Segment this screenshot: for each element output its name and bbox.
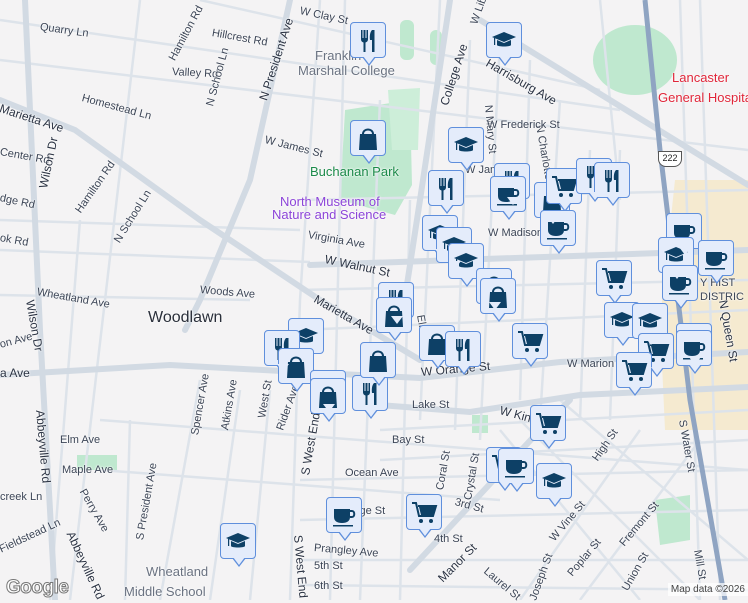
grocery-icon bbox=[536, 413, 562, 434]
street-label: a Ave bbox=[0, 366, 30, 380]
shopping-icon bbox=[385, 305, 403, 327]
street-label: Bay St bbox=[392, 434, 425, 446]
grocery-icon bbox=[602, 268, 628, 289]
education-icon bbox=[226, 533, 250, 548]
grocery-pin[interactable] bbox=[512, 323, 548, 367]
education-icon bbox=[542, 473, 566, 488]
cafe-icon bbox=[505, 460, 528, 478]
education-icon bbox=[454, 137, 478, 152]
street-label: Lake St bbox=[412, 399, 450, 411]
grocery-pin[interactable] bbox=[530, 405, 566, 449]
poi-label[interactable]: Nature and Science bbox=[272, 208, 386, 221]
shopping-pin[interactable] bbox=[360, 342, 396, 386]
map-attribution[interactable]: Map data ©2026 bbox=[667, 583, 748, 596]
poi-label[interactable]: Buchanan Park bbox=[310, 165, 399, 178]
restaurant-pin[interactable] bbox=[428, 170, 464, 214]
google-logo: Google bbox=[5, 577, 69, 599]
poi-label[interactable]: Lancaster bbox=[672, 71, 729, 84]
cafe-icon bbox=[705, 252, 728, 270]
cafe-pin[interactable] bbox=[498, 448, 534, 492]
street-label: Elm Ave bbox=[60, 434, 101, 446]
poi-label[interactable]: General Hospital bbox=[658, 91, 748, 104]
restaurant-icon bbox=[605, 170, 619, 192]
street-label: creek Ln bbox=[0, 491, 43, 503]
grocery-icon bbox=[552, 176, 578, 197]
street-label: Ocean Ave bbox=[345, 467, 399, 479]
restaurant-pin[interactable] bbox=[350, 22, 386, 66]
grocery-pin[interactable] bbox=[596, 260, 632, 304]
grocery-icon bbox=[518, 331, 544, 352]
restaurant-icon bbox=[439, 178, 453, 200]
grocery-pin[interactable] bbox=[616, 352, 652, 396]
poi-label[interactable]: Wheatland bbox=[146, 565, 208, 578]
cafe-pin[interactable] bbox=[698, 240, 734, 284]
restaurant-icon bbox=[361, 30, 375, 52]
street-label: 4th St bbox=[434, 533, 463, 545]
cafe-pin[interactable] bbox=[326, 497, 362, 541]
education-pin[interactable] bbox=[448, 127, 484, 171]
education-icon bbox=[638, 313, 662, 328]
education-pin[interactable] bbox=[486, 22, 522, 66]
education-pin[interactable] bbox=[536, 463, 572, 507]
shopping-icon bbox=[359, 128, 377, 150]
education-pin[interactable] bbox=[220, 523, 256, 567]
poi-label[interactable]: Marshall College bbox=[298, 64, 395, 77]
restaurant-pin[interactable] bbox=[445, 331, 481, 375]
cafe-icon bbox=[333, 509, 356, 527]
street-label: W Frederick St bbox=[487, 119, 560, 131]
grocery-icon bbox=[622, 360, 648, 381]
grocery-pin[interactable] bbox=[406, 494, 442, 538]
education-icon bbox=[492, 32, 516, 47]
cafe-pin[interactable] bbox=[490, 176, 526, 220]
street-label: DISTRIC bbox=[700, 291, 744, 303]
route-222-shield: 222 bbox=[658, 151, 682, 167]
grocery-icon bbox=[412, 502, 438, 523]
restaurant-icon bbox=[456, 339, 470, 361]
neighborhood-label: Woodlawn bbox=[148, 309, 223, 326]
street-label: Maple Ave bbox=[62, 464, 114, 476]
shopping-pin[interactable] bbox=[350, 120, 386, 164]
street-label: 5th St bbox=[314, 560, 343, 572]
shopping-pin[interactable] bbox=[376, 297, 412, 341]
shopping-icon bbox=[369, 350, 387, 372]
poi-label[interactable]: Middle School bbox=[124, 585, 206, 598]
street-label: 6th St bbox=[314, 580, 343, 592]
